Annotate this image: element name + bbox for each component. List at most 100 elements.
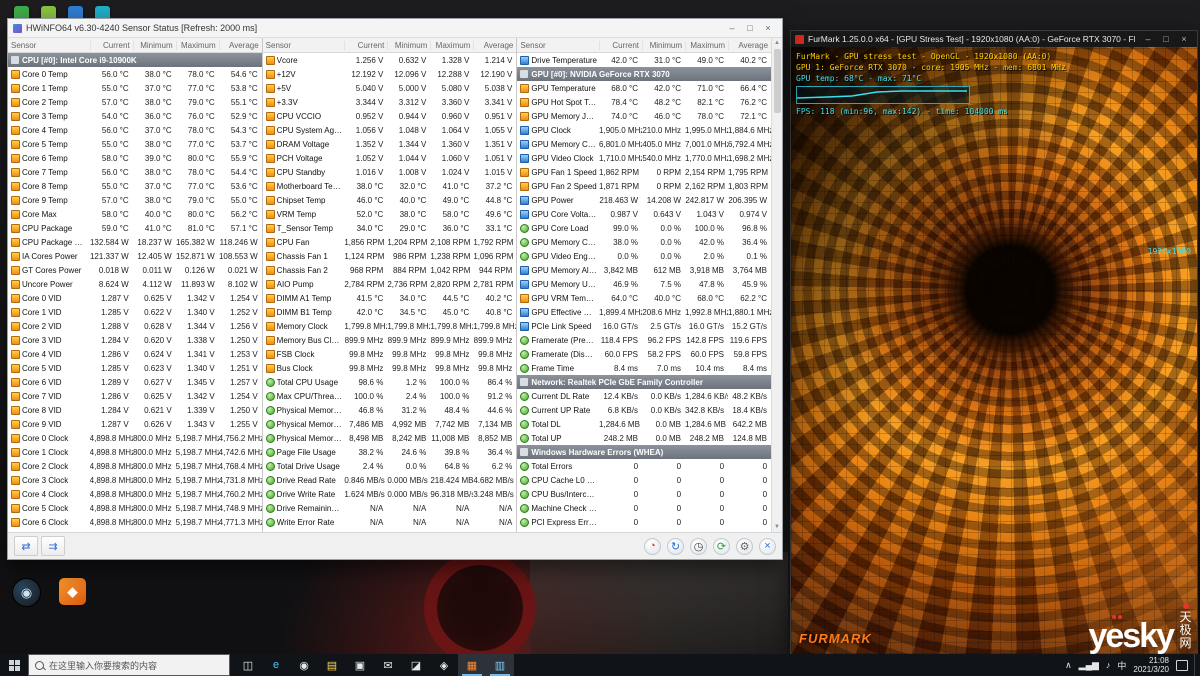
sensor-row[interactable]: Framerate (Displayed)60.0 FPS58.2 FPS60.… <box>517 347 771 361</box>
sensor-row[interactable]: AIO Pump2,784 RPM2,736 RPM2,820 RPM2,781… <box>263 277 517 291</box>
sensor-row[interactable]: Core 4 VID1.286 V0.624 V1.341 V1.253 V <box>8 347 262 361</box>
sensor-row[interactable]: Drive Read Rate0.846 MB/s0.000 MB/s218.4… <box>263 473 517 487</box>
sensor-row[interactable]: Total Drive Usage2.4 %0.0 %64.8 %6.2 % <box>263 459 517 473</box>
photos-icon[interactable]: ◪ <box>402 654 430 676</box>
sensor-group-header[interactable]: Windows Hardware Errors (WHEA) <box>517 445 771 459</box>
scroll-down-icon[interactable]: ▼ <box>774 523 780 531</box>
sensor-row[interactable]: GPU Memory Usage46.9 %7.5 %47.8 %45.9 % <box>517 277 771 291</box>
column-header[interactable]: Average <box>219 41 262 50</box>
chrome-icon[interactable]: ◉ <box>290 654 318 676</box>
file-explorer-icon[interactable]: ▤ <box>318 654 346 676</box>
column-header[interactable]: Maximum <box>685 41 728 50</box>
maximize-button[interactable]: □ <box>741 22 759 35</box>
sensor-group-header[interactable]: Network: Realtek PCIe GbE Family Control… <box>517 375 771 389</box>
sensor-row[interactable]: GPU Memory Controller Load38.0 %0.0 %42.… <box>517 235 771 249</box>
task-view-button[interactable]: ◫ <box>234 654 262 676</box>
sensor-row[interactable]: CPU Package Power132.584 W18.237 W165.38… <box>8 235 262 249</box>
hwinfo-taskbar-icon[interactable]: ▥ <box>486 654 514 676</box>
show-desktop-button[interactable] <box>1194 654 1200 676</box>
column-header[interactable]: Average <box>473 41 516 50</box>
sensor-row[interactable]: GPU Memory Allocated3,842 MB612 MB3,918 … <box>517 263 771 277</box>
sensor-row[interactable]: Core 7 Temp56.0 °C38.0 °C78.0 °C54.4 °C <box>8 165 262 179</box>
sensor-row[interactable]: Core 3 Clock4,898.8 MHz800.0 MHz5,198.7 … <box>8 473 262 487</box>
ime-indicator[interactable]: 中 <box>1117 659 1126 672</box>
sensor-row[interactable]: PCI Express Errors0000 <box>517 515 771 529</box>
sensor-row[interactable]: GT Cores Power0.018 W0.011 W0.126 W0.021… <box>8 263 262 277</box>
sensor-row[interactable]: GPU VRM Temperature64.0 °C40.0 °C68.0 °C… <box>517 291 771 305</box>
sensor-row[interactable]: Total DL1,284.6 MB0.0 MB1,284.6 MB642.2 … <box>517 417 771 431</box>
sensor-row[interactable]: +12V12.192 V12.096 V12.288 V12.190 V <box>263 67 517 81</box>
sensor-row[interactable]: Physical Memory Used7,486 MB4,992 MB7,74… <box>263 417 517 431</box>
sensor-row[interactable]: Core 9 Temp57.0 °C38.0 °C79.0 °C55.0 °C <box>8 193 262 207</box>
sensor-row[interactable]: GPU Hot Spot Temperature78.4 °C48.2 °C82… <box>517 95 771 109</box>
sensor-row[interactable]: Core 6 Temp58.0 °C39.0 °C80.0 °C55.9 °C <box>8 151 262 165</box>
maximize-button[interactable]: □ <box>1157 33 1175 46</box>
close-button[interactable]: × <box>1175 33 1193 46</box>
sensor-row[interactable]: Vcore1.256 V0.632 V1.328 V1.214 V <box>263 53 517 67</box>
sensor-row[interactable]: Core 3 VID1.284 V0.620 V1.338 V1.250 V <box>8 333 262 347</box>
expand-columns-icon[interactable]: ⇉ <box>41 536 65 556</box>
column-header[interactable]: Minimum <box>133 41 176 50</box>
sensor-row[interactable]: GPU Core Load99.0 %0.0 %100.0 %96.8 % <box>517 221 771 235</box>
sensor-row[interactable]: PCIe Link Speed16.0 GT/s2.5 GT/s16.0 GT/… <box>517 319 771 333</box>
sensor-row[interactable]: Uncore Power8.624 W4.112 W11.893 W8.102 … <box>8 277 262 291</box>
sensor-row[interactable]: T_Sensor Temp34.0 °C29.0 °C36.0 °C33.1 °… <box>263 221 517 235</box>
column-header[interactable]: Minimum <box>387 41 430 50</box>
scroll-thumb[interactable] <box>774 49 781 113</box>
sensor-row[interactable]: Frame Time8.4 ms7.0 ms10.4 ms8.4 ms <box>517 361 771 375</box>
sensor-row[interactable]: Memory Clock1,799.8 MHz1,799.8 MHz1,799.… <box>263 319 517 333</box>
sensor-row[interactable]: CPU Package59.0 °C41.0 °C81.0 °C57.1 °C <box>8 221 262 235</box>
swap-columns-icon[interactable]: ⇄ <box>14 536 38 556</box>
sensor-row[interactable]: Core Max58.0 °C40.0 °C80.0 °C56.2 °C <box>8 207 262 221</box>
sensor-row[interactable]: Core 0 VID1.287 V0.625 V1.342 V1.254 V <box>8 291 262 305</box>
sensor-row[interactable]: Core 5 Temp55.0 °C38.0 °C77.0 °C53.7 °C <box>8 137 262 151</box>
sensor-row[interactable]: DRAM Voltage1.352 V1.344 V1.360 V1.351 V <box>263 137 517 151</box>
sensor-row[interactable]: Core 7 VID1.286 V0.625 V1.342 V1.254 V <box>8 389 262 403</box>
sensor-row[interactable]: Core 4 Clock4,898.8 MHz800.0 MHz5,198.7 … <box>8 487 262 501</box>
sensor-row[interactable]: DIMM B1 Temp42.0 °C34.5 °C45.0 °C40.8 °C <box>263 305 517 319</box>
reset-values-icon[interactable]: ⟳ <box>713 538 730 555</box>
sensor-row[interactable]: Page File Usage38.2 %24.6 %39.8 %36.4 % <box>263 445 517 459</box>
sensor-group-header[interactable]: GPU [#0]: NVIDIA GeForce RTX 3070 <box>517 67 771 81</box>
sensor-row[interactable]: Write Error RateN/AN/AN/AN/A <box>263 515 517 529</box>
edge-icon[interactable]: e <box>262 654 290 676</box>
column-header[interactable]: Sensor <box>263 41 345 50</box>
sensor-row[interactable]: Bus Clock99.8 MHz99.8 MHz99.8 MHz99.8 MH… <box>263 361 517 375</box>
sensor-row[interactable]: Core 8 VID1.284 V0.621 V1.339 V1.250 V <box>8 403 262 417</box>
sensor-row[interactable]: Current DL Rate12.4 KB/s0.0 KB/s1,284.6 … <box>517 389 771 403</box>
sensor-row[interactable]: CPU Cache L0 Errors0000 <box>517 473 771 487</box>
sensor-row[interactable]: Max CPU/Thread Usage100.0 %2.4 %100.0 %9… <box>263 389 517 403</box>
sensor-row[interactable]: Core 9 VID1.287 V0.626 V1.343 V1.255 V <box>8 417 262 431</box>
sensor-row[interactable]: Core 0 Clock4,898.8 MHz800.0 MHz5,198.7 … <box>8 431 262 445</box>
sensor-row[interactable]: GPU Fan 1 Speed1,862 RPM0 RPM2,154 RPM1,… <box>517 165 771 179</box>
column-header[interactable]: Current <box>344 41 387 50</box>
sensor-row[interactable]: Chipset Temp46.0 °C40.0 °C49.0 °C44.8 °C <box>263 193 517 207</box>
sensor-row[interactable]: Framerate (Presented)118.4 FPS96.2 FPS14… <box>517 333 771 347</box>
furmark-taskbar-icon[interactable]: ▦ <box>458 654 486 676</box>
scroll-up-icon[interactable]: ▲ <box>774 39 780 47</box>
sensor-row[interactable]: VRM Temp52.0 °C38.0 °C58.0 °C49.6 °C <box>263 207 517 221</box>
sensor-row[interactable]: +5V5.040 V5.000 V5.080 V5.038 V <box>263 81 517 95</box>
sensor-row[interactable]: Motherboard Temp38.0 °C32.0 °C41.0 °C37.… <box>263 179 517 193</box>
mail-icon[interactable]: ✉ <box>374 654 402 676</box>
start-button[interactable] <box>0 654 28 676</box>
sensor-row[interactable]: Machine Check Exception0000 <box>517 501 771 515</box>
sensor-row[interactable]: PCH Voltage1.052 V1.044 V1.060 V1.051 V <box>263 151 517 165</box>
sensor-row[interactable]: Total CPU Usage98.6 %1.2 %100.0 %86.4 % <box>263 375 517 389</box>
close-button[interactable]: × <box>759 22 777 35</box>
sensor-row[interactable]: GPU Temperature68.0 °C42.0 °C71.0 °C66.4… <box>517 81 771 95</box>
furmark-titlebar[interactable]: FurMark 1.25.0.0 x64 - [GPU Stress Test]… <box>791 31 1197 47</box>
sensor-row[interactable]: GPU Memory Clock6,801.0 MHz405.0 MHz7,00… <box>517 137 771 151</box>
gauge-icon[interactable]: ◔ <box>644 538 661 555</box>
sensor-row[interactable]: Physical Memory Available8,498 MB8,242 M… <box>263 431 517 445</box>
column-header[interactable]: Sensor <box>8 41 90 50</box>
sensor-row[interactable]: Drive Write Rate1.624 MB/s0.000 MB/s96.3… <box>263 487 517 501</box>
sensor-row[interactable]: FSB Clock99.8 MHz99.8 MHz99.8 MHz99.8 MH… <box>263 347 517 361</box>
steam-icon[interactable]: ◉ <box>12 578 41 607</box>
logging-icon[interactable]: ↻ <box>667 538 684 555</box>
sensor-row[interactable]: CPU System Agent1.056 V1.048 V1.064 V1.0… <box>263 123 517 137</box>
sensor-row[interactable]: Core 2 Clock4,898.8 MHz800.0 MHz5,198.7 … <box>8 459 262 473</box>
sensor-row[interactable]: Chassis Fan 2968 RPM884 RPM1,042 RPM944 … <box>263 263 517 277</box>
sensor-row[interactable]: Core 6 VID1.289 V0.627 V1.345 V1.257 V <box>8 375 262 389</box>
sensor-row[interactable]: Physical Memory Load46.8 %31.2 %48.4 %44… <box>263 403 517 417</box>
